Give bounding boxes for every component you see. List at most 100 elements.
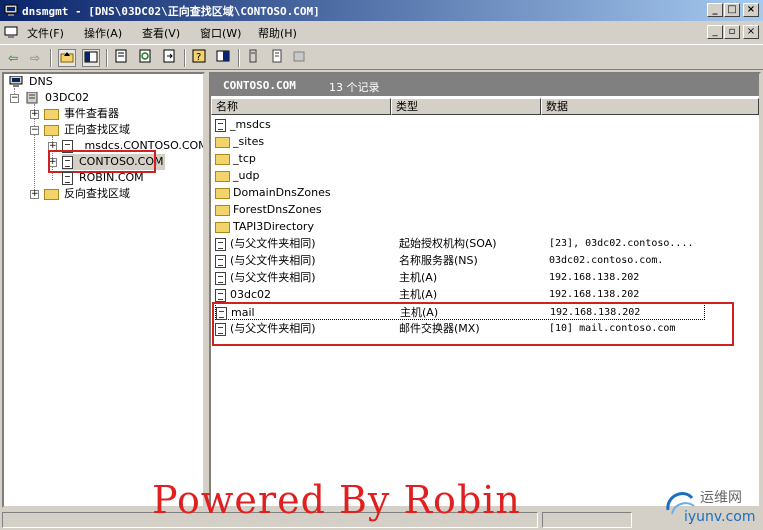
minimize-button[interactable]: _ <box>707 3 723 17</box>
forward-arrow-icon[interactable]: ⇨ <box>26 49 44 67</box>
folder-icon <box>215 187 230 199</box>
cell-name-text: (与父文件夹相同) <box>230 271 316 284</box>
table-row[interactable]: (与父文件夹相同) 名称服务器(NS) 03dc02.contoso.com. <box>215 252 705 269</box>
table-row[interactable]: DomainDnsZones <box>215 184 705 201</box>
cell-name-text: (与父文件夹相同) <box>230 237 316 250</box>
menu-action[interactable]: 操作(A) <box>84 25 122 41</box>
export-list-icon[interactable] <box>160 49 178 67</box>
status-cell <box>542 512 632 528</box>
refresh-icon[interactable] <box>136 49 154 67</box>
tree-node-label: 正向查找区域 <box>64 123 130 136</box>
column-header-data[interactable]: 数据 <box>541 98 759 115</box>
maximize-button[interactable]: □ <box>724 3 740 17</box>
cell-type: 起始授权机构(SOA) <box>399 237 497 250</box>
cell-name-text: 03dc02 <box>230 288 272 301</box>
cell-name: _tcp <box>215 150 391 167</box>
cell-data: [23], 03dc02.contoso.... <box>549 238 694 249</box>
cell-data: 192.168.138.202 <box>549 289 640 300</box>
table-row[interactable]: TAPI3Directory <box>215 218 705 235</box>
tree-node-label: DNS <box>29 75 53 88</box>
logo-url: iyunv.com <box>684 509 756 525</box>
menu-window[interactable]: 窗口(W) <box>200 25 241 41</box>
column-header-type[interactable]: 类型 <box>391 98 541 115</box>
server-icon[interactable] <box>244 49 262 67</box>
logo-name: 运维网 <box>700 490 742 506</box>
dns-app-icon <box>4 4 18 16</box>
tree-node-robin-zone[interactable]: ROBIN.COM <box>62 170 146 186</box>
record-icon <box>215 271 226 285</box>
table-row[interactable]: ForestDnsZones <box>215 201 705 218</box>
cell-name-text: _tcp <box>233 152 256 165</box>
cell-type: 主机(A) <box>399 271 438 284</box>
table-row[interactable]: (与父文件夹相同) 主机(A) 192.168.138.202 <box>215 269 705 286</box>
record-icon <box>215 254 226 268</box>
table-row[interactable]: _tcp <box>215 150 705 167</box>
cell-name: (与父文件夹相同) <box>215 252 391 269</box>
record-count: 13 个记录 <box>329 81 380 94</box>
table-row[interactable]: _udp <box>215 167 705 184</box>
close-button[interactable]: × <box>743 3 759 17</box>
tree-node-forward-zones[interactable]: 正向查找区域 <box>44 122 132 138</box>
child-close-button[interactable]: × <box>743 25 759 39</box>
tree-node-server[interactable]: 03DC02 <box>24 90 91 106</box>
cell-name: 03dc02 <box>215 286 391 303</box>
collapse-toggle[interactable]: − <box>30 126 39 135</box>
table-row[interactable]: _msdcs <box>215 116 705 133</box>
cell-data: 192.168.138.202 <box>549 272 640 283</box>
column-header-name[interactable]: 名称 <box>211 98 391 115</box>
expand-toggle[interactable]: + <box>30 190 39 199</box>
table-row[interactable]: _sites <box>215 133 705 150</box>
server-icon <box>26 92 38 104</box>
record-icon <box>215 237 226 251</box>
tree-node-label: 事件查看器 <box>64 107 119 120</box>
cell-name: ForestDnsZones <box>215 201 391 218</box>
tree-node-reverse-zones[interactable]: 反向查找区域 <box>44 186 132 202</box>
folder-icon <box>215 221 230 233</box>
child-restore-button[interactable]: ▫ <box>724 25 740 39</box>
highlight-box <box>212 302 734 346</box>
back-arrow-icon[interactable]: ⇦ <box>4 49 22 67</box>
menu-view[interactable]: 查看(V) <box>142 25 180 41</box>
child-minimize-button[interactable]: _ <box>707 25 723 39</box>
table-row[interactable]: (与父文件夹相同) 起始授权机构(SOA) [23], 03dc02.contoso… <box>215 235 705 252</box>
details-pane: CONTOSO.COM 13 个记录 名称 类型 数据 _msdcs _sites… <box>209 72 761 508</box>
console-tree: DNS − 03DC02 + 事件查看器 − 正向查找区域 + _msdcs.C… <box>2 72 205 508</box>
expand-toggle[interactable]: + <box>30 110 39 119</box>
folder-icon <box>44 188 59 200</box>
dns-root-icon <box>9 76 23 87</box>
menu-help[interactable]: 帮助(H) <box>258 25 297 41</box>
toolbar: ⇦ ⇨ ? <box>0 44 763 70</box>
cell-name: (与父文件夹相同) <box>215 235 391 252</box>
folder-icon <box>215 170 230 182</box>
record-icon <box>215 288 226 302</box>
table-row[interactable]: 03dc02 主机(A) 192.168.138.202 <box>215 286 705 303</box>
zone-icon <box>62 171 73 185</box>
column-header-row: 名称 类型 数据 <box>211 98 759 115</box>
window-title: dnsmgmt - [DNS\03DC02\正向查找区域\CONTOSO.COM… <box>22 5 320 18</box>
console-tree-icon[interactable] <box>214 49 232 67</box>
tree-node-dns[interactable]: DNS <box>8 74 55 90</box>
toolbar-separator <box>238 49 240 67</box>
tree-node-label: ROBIN.COM <box>79 171 144 184</box>
tree-node-event-viewer[interactable]: 事件查看器 <box>44 106 121 122</box>
toolbar-separator <box>106 49 108 67</box>
new-record-icon[interactable] <box>268 49 286 67</box>
new-domain-icon[interactable] <box>290 49 308 67</box>
properties-icon[interactable] <box>112 49 130 67</box>
zone-folder-icon <box>215 118 226 132</box>
tree-node-label: 03DC02 <box>45 91 90 104</box>
show-tree-icon[interactable] <box>82 49 100 67</box>
menu-bar: 文件(F) 操作(A) 查看(V) 窗口(W) 帮助(H) _ ▫ × <box>0 22 763 42</box>
cell-data: 03dc02.contoso.com. <box>549 255 664 266</box>
console-icon[interactable] <box>4 25 18 39</box>
cell-name-text: DomainDnsZones <box>233 186 331 199</box>
up-folder-icon[interactable] <box>58 49 76 67</box>
cell-name: TAPI3Directory <box>215 218 391 235</box>
folder-icon <box>44 108 59 120</box>
menu-file[interactable]: 文件(F) <box>27 25 64 41</box>
toolbar-separator <box>184 49 186 67</box>
collapse-toggle[interactable]: − <box>10 94 19 103</box>
title-bar: dnsmgmt - [DNS\03DC02\正向查找区域\CONTOSO.COM… <box>0 0 763 21</box>
help-icon[interactable]: ? <box>190 49 208 67</box>
cell-name: _sites <box>215 133 391 150</box>
